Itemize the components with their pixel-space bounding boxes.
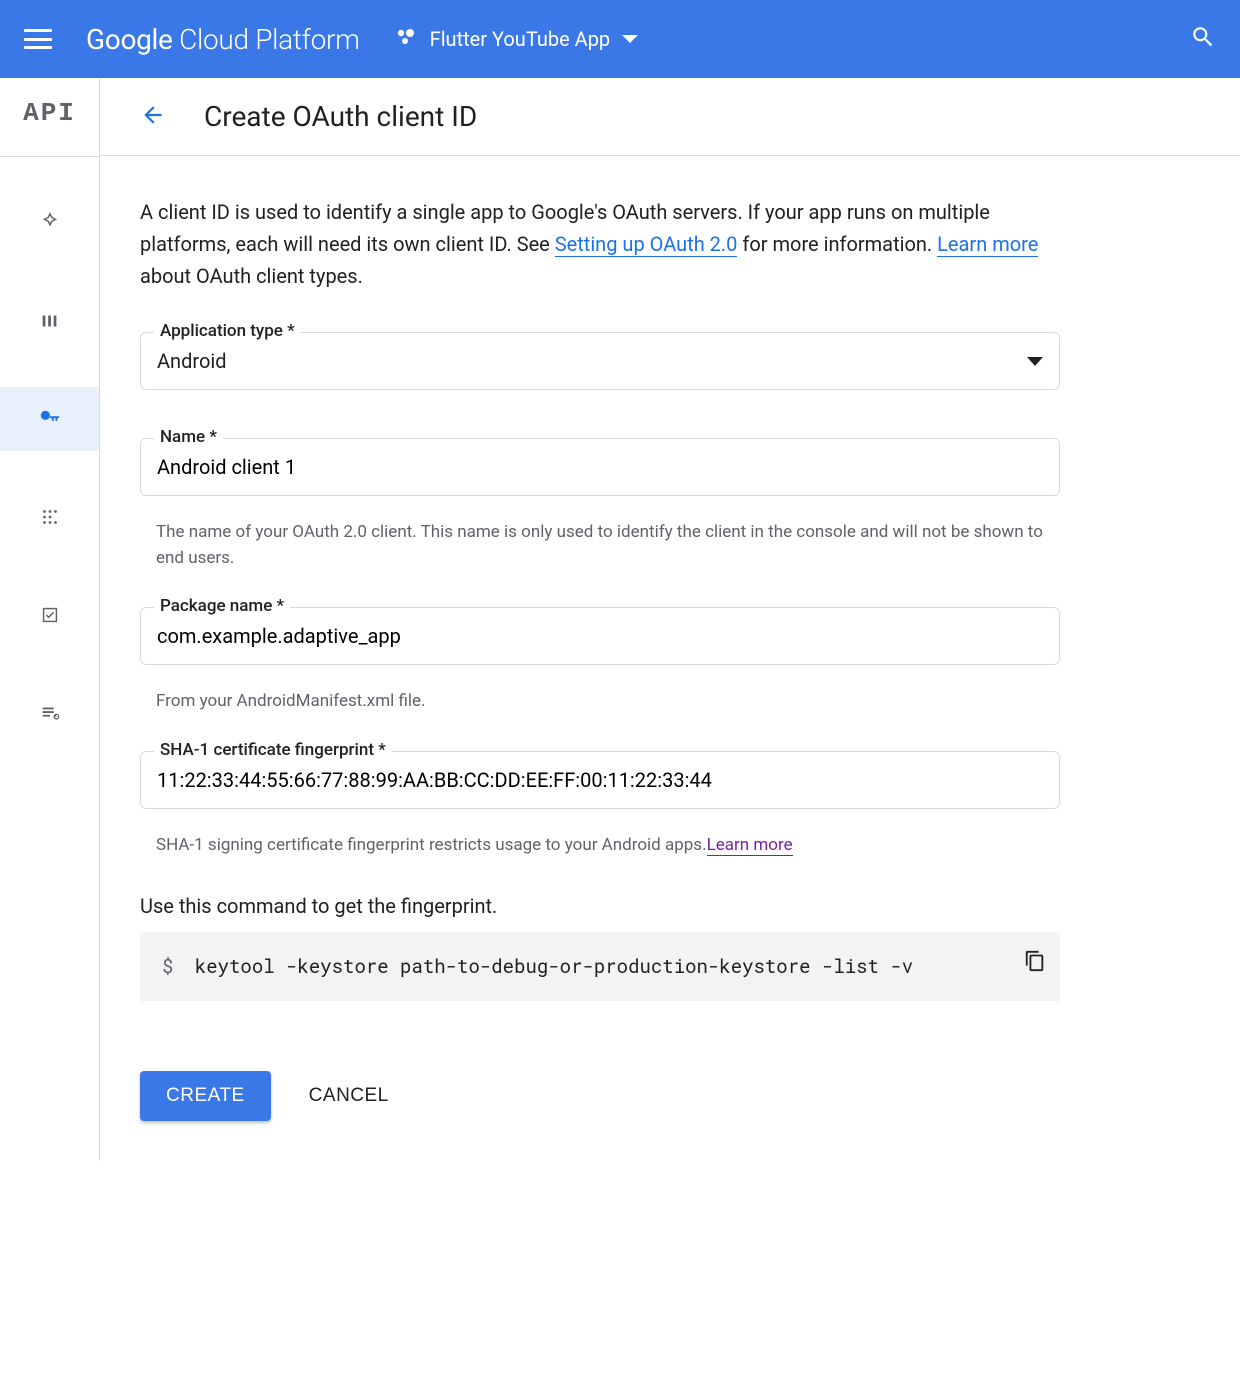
page-title: Create OAuth client ID <box>204 100 477 133</box>
search-icon[interactable] <box>1190 24 1216 54</box>
sidebar: API <box>0 78 100 1161</box>
content-header: Create OAuth client ID <box>100 78 1240 156</box>
copy-icon[interactable] <box>1024 950 1046 978</box>
package-name-field: Package name * <box>140 607 1060 665</box>
chevron-down-icon <box>622 35 638 43</box>
back-arrow-icon[interactable] <box>140 102 166 132</box>
command-text: keytool -keystore path-to-debug-or-produ… <box>195 954 913 979</box>
top-app-bar: Google Cloud Platform Flutter YouTube Ap… <box>0 0 1240 78</box>
package-name-input[interactable] <box>157 624 1043 648</box>
sidebar-item-oauth-consent[interactable] <box>0 485 99 549</box>
link-learn-more-types[interactable]: Learn more <box>937 232 1038 257</box>
sidebar-item-dashboard[interactable] <box>0 191 99 255</box>
link-sha1-learn-more[interactable]: Learn more <box>707 835 793 856</box>
project-selector[interactable]: Flutter YouTube App <box>394 25 639 53</box>
application-type-label: Application type * <box>154 321 301 341</box>
sha1-input[interactable] <box>157 768 1043 792</box>
cancel-button[interactable]: CANCEL <box>309 1085 389 1107</box>
button-row: CREATE CANCEL <box>140 1071 1060 1121</box>
command-prompt: $ <box>162 954 173 979</box>
chevron-down-icon <box>1027 357 1043 366</box>
name-field: Name * <box>140 438 1060 496</box>
sidebar-item-page-usage[interactable] <box>0 681 99 745</box>
create-button[interactable]: CREATE <box>140 1071 271 1121</box>
name-helper: The name of your OAuth 2.0 client. This … <box>140 510 1060 571</box>
name-label: Name * <box>154 427 223 447</box>
intro-text: A client ID is used to identify a single… <box>140 196 1060 292</box>
divider <box>0 156 99 157</box>
sha1-field: SHA-1 certificate fingerprint * <box>140 751 1060 809</box>
package-name-helper: From your AndroidManifest.xml file. <box>140 679 1060 715</box>
link-setup-oauth[interactable]: Setting up OAuth 2.0 <box>555 232 738 257</box>
name-input[interactable] <box>157 455 1043 479</box>
command-box: $ keytool -keystore path-to-debug-or-pro… <box>140 932 1060 1001</box>
sidebar-item-credentials[interactable] <box>0 387 99 451</box>
project-name: Flutter YouTube App <box>430 27 611 51</box>
menu-icon[interactable] <box>24 29 52 49</box>
project-icon <box>394 25 418 53</box>
package-name-label: Package name * <box>154 596 290 616</box>
application-type-field: Application type * Android <box>140 332 1060 390</box>
sha1-label: SHA-1 certificate fingerprint * <box>154 740 392 760</box>
sha1-helper: SHA-1 signing certificate fingerprint re… <box>140 823 1060 859</box>
sidebar-item-domain-verification[interactable] <box>0 583 99 647</box>
api-logo: API <box>23 98 76 128</box>
sidebar-item-library[interactable] <box>0 289 99 353</box>
gcp-logo: Google Cloud Platform <box>86 23 360 56</box>
command-intro: Use this command to get the fingerprint. <box>140 894 1060 918</box>
